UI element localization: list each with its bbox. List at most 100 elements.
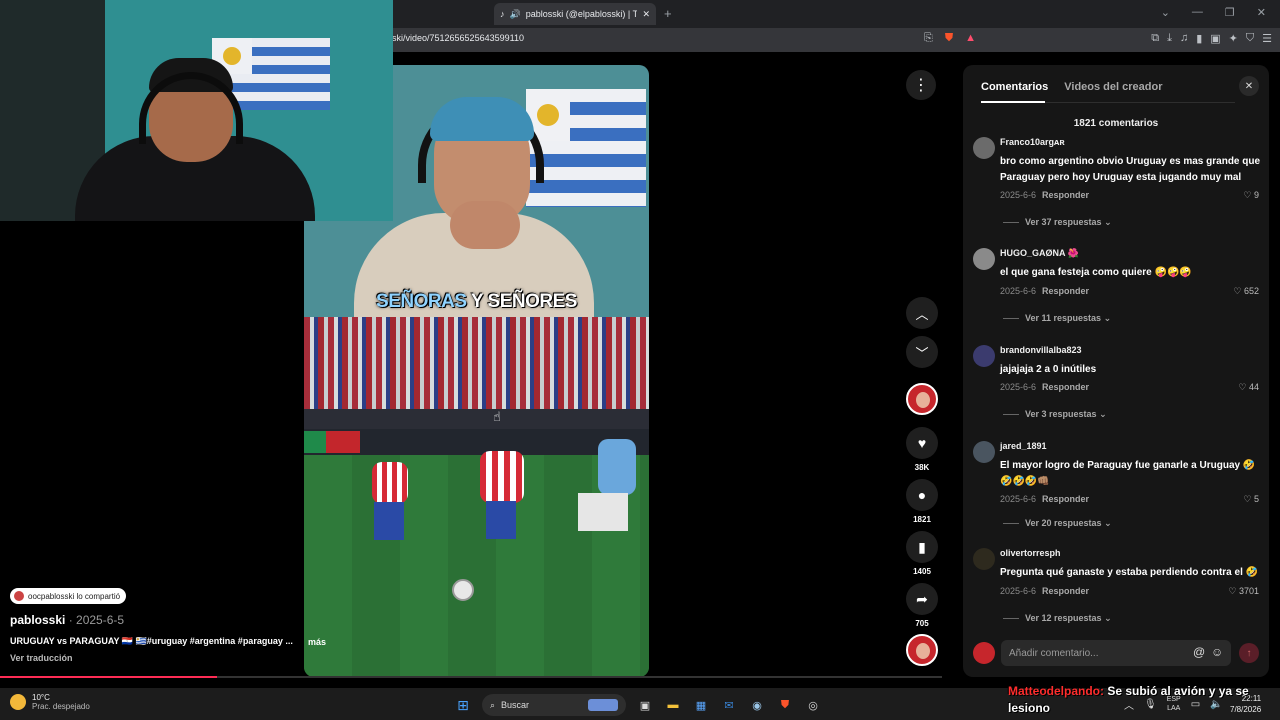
close-tab-icon[interactable]: ✕	[642, 9, 650, 20]
comment-text: jajajaja 2 a 0 inútiles	[1000, 364, 1097, 375]
video-progress-bar[interactable]	[0, 676, 942, 678]
weather-moon-icon	[10, 694, 26, 710]
comment-icon: ●	[917, 487, 927, 503]
view-replies-button[interactable]: Ver 3 respuestas ⌄	[1003, 409, 1107, 420]
windows-start-icon[interactable]: ⊞	[454, 696, 472, 714]
save-count: 1405	[913, 567, 931, 576]
panel-tabs: Comentarios Videos del creador	[981, 81, 1162, 93]
new-tab-button[interactable]: +	[664, 6, 672, 21]
view-replies-button[interactable]: Ver 11 respuestas ⌄	[1003, 313, 1111, 324]
comment-username[interactable]: jared_1891	[1000, 441, 1047, 451]
comment-item: jared_1891 El mayor logro de Paraguay fu…	[973, 441, 1263, 537]
window-controls: ⌄ — ❐ ✕	[1161, 6, 1266, 19]
view-replies-button[interactable]: Ver 37 respuestas ⌄	[1003, 217, 1112, 228]
author-name[interactable]: pablosski	[10, 613, 65, 627]
emoji-icon[interactable]: ☺	[1211, 645, 1223, 659]
comment-avatar[interactable]	[973, 548, 995, 570]
view-replies-button[interactable]: Ver 20 respuestas ⌄	[1003, 518, 1112, 529]
more-options-button[interactable]: ⋮	[906, 70, 936, 100]
heart-outline-icon: ♡	[1228, 586, 1237, 596]
vpn-icon[interactable]: ⛉	[1246, 32, 1254, 45]
mention-icon[interactable]: @	[1193, 645, 1205, 659]
tab-comments[interactable]: Comentarios	[981, 81, 1048, 93]
current-user-avatar	[973, 642, 995, 664]
more-link[interactable]: más	[308, 637, 326, 647]
comment-action[interactable]: ● 1821	[906, 479, 938, 524]
tab-creator-videos[interactable]: Videos del creador	[1064, 81, 1162, 93]
comment-input-row: @ ☺ ↑	[973, 640, 1263, 666]
reply-button[interactable]: Responder	[1042, 190, 1089, 200]
brave-rewards-icon[interactable]: ▲	[965, 32, 976, 45]
save-action[interactable]: ▮ 1405	[906, 531, 938, 576]
media-icon[interactable]: ♫	[1180, 32, 1188, 45]
like-action[interactable]: ♥ 38K	[906, 427, 938, 472]
next-video-button[interactable]: ﹀	[906, 336, 938, 368]
arrow-up-icon: ↑	[1246, 647, 1252, 659]
comment-username[interactable]: Franco10argᴀʀ	[1000, 137, 1065, 147]
shared-by-chip[interactable]: oocpablosski lo compartió	[10, 588, 127, 604]
heart-outline-icon: ♡	[1243, 494, 1252, 504]
search-icon: ⌕	[490, 699, 496, 710]
comment-username[interactable]: olivertorresph	[1000, 548, 1061, 558]
wallet-icon[interactable]: ▣	[1210, 32, 1220, 45]
send-comment-button[interactable]: ↑	[1239, 643, 1259, 663]
reply-button[interactable]: Responder	[1042, 494, 1089, 504]
comment-like[interactable]: ♡ 652	[1233, 286, 1259, 297]
translate-link[interactable]: Ver traducción	[10, 653, 73, 663]
leo-ai-icon[interactable]: ✦	[1229, 32, 1238, 45]
reply-button[interactable]: Responder	[1042, 586, 1089, 596]
download-icon[interactable]: ⤓	[1167, 32, 1172, 45]
url-field[interactable]: ski/video/7512656525643599110	[392, 33, 524, 43]
previous-video-button[interactable]: ︿	[906, 297, 938, 329]
sidebar-icon[interactable]: ▮	[1196, 32, 1202, 45]
comment-like[interactable]: ♡ 9	[1243, 190, 1259, 201]
comment-text: bro como argentino obvio Uruguay es mas …	[1000, 156, 1261, 183]
restore-icon[interactable]: ❐	[1225, 6, 1235, 19]
translate-icon[interactable]: ⎘	[924, 32, 933, 45]
heart-icon: ♥	[917, 435, 927, 451]
tab-list-icon[interactable]: ⌄	[1161, 6, 1170, 19]
weather-widget[interactable]: 10°C Prac. despejado	[10, 693, 90, 711]
speaker-icon[interactable]: 🔊	[510, 9, 521, 20]
comment-username[interactable]: brandonvillalba823	[1000, 345, 1082, 355]
menu-icon[interactable]: ☰	[1262, 32, 1272, 45]
close-panel-button[interactable]: ✕	[1239, 76, 1259, 96]
post-author-line: pablosski · 2025-6-5	[10, 613, 124, 627]
address-icons: ⎘ ⛊ ▲	[924, 32, 976, 45]
store-icon[interactable]: ▦	[692, 696, 710, 714]
share-action[interactable]: ➦ 705	[906, 583, 938, 628]
tiktok-favicon-icon: ♪	[500, 9, 505, 19]
sound-avatar[interactable]	[906, 634, 938, 666]
comment-text: El mayor logro de Paraguay fue ganarle a…	[1000, 460, 1256, 487]
creator-avatar[interactable]	[906, 383, 938, 415]
comment-avatar[interactable]	[973, 441, 995, 463]
chevron-up-icon: ︿	[915, 306, 929, 322]
brave-shield-icon[interactable]: ⛊	[945, 32, 953, 45]
obs-icon[interactable]: ◎	[804, 696, 822, 714]
view-replies-button[interactable]: Ver 12 respuestas ⌄	[1003, 613, 1112, 624]
mail-icon[interactable]: ✉	[720, 696, 738, 714]
taskbar-search[interactable]: ⌕ Buscar	[482, 694, 626, 716]
comment-avatar[interactable]	[973, 137, 995, 159]
reply-button[interactable]: Responder	[1042, 382, 1089, 392]
browser-tab[interactable]: ♪ 🔊 pablosski (@elpablosski) | Ti ✕	[494, 3, 656, 25]
reply-button[interactable]: Responder	[1042, 286, 1089, 296]
post-description: URUGUAY vs PARAGUAY 🇵🇾 🇺🇾#uruguay #argen…	[10, 636, 293, 646]
task-view-icon[interactable]: ▣	[636, 696, 654, 714]
comment-avatar[interactable]	[973, 248, 995, 270]
comment-username[interactable]: HUGO_GAØNA 🌺	[1000, 248, 1079, 259]
brave-browser-icon[interactable]: ⛊	[776, 696, 794, 714]
minimize-icon[interactable]: —	[1192, 6, 1203, 19]
comment-like[interactable]: ♡ 44	[1238, 382, 1259, 393]
weather-condition: Prac. despejado	[32, 702, 90, 711]
comment-like[interactable]: ♡ 5	[1243, 494, 1259, 505]
comment-avatar[interactable]	[973, 345, 995, 367]
steam-icon[interactable]: ◉	[748, 696, 766, 714]
heart-outline-icon: ♡	[1243, 190, 1252, 200]
comment-like[interactable]: ♡ 3701	[1228, 586, 1259, 597]
file-explorer-icon[interactable]: ▬	[664, 696, 682, 714]
temperature: 10°C	[32, 693, 50, 702]
extensions-icon[interactable]: ⧉	[1151, 32, 1159, 45]
comment-item: HUGO_GAØNA 🌺 el que gana festeja como qu…	[973, 248, 1263, 328]
close-window-icon[interactable]: ✕	[1257, 6, 1266, 19]
